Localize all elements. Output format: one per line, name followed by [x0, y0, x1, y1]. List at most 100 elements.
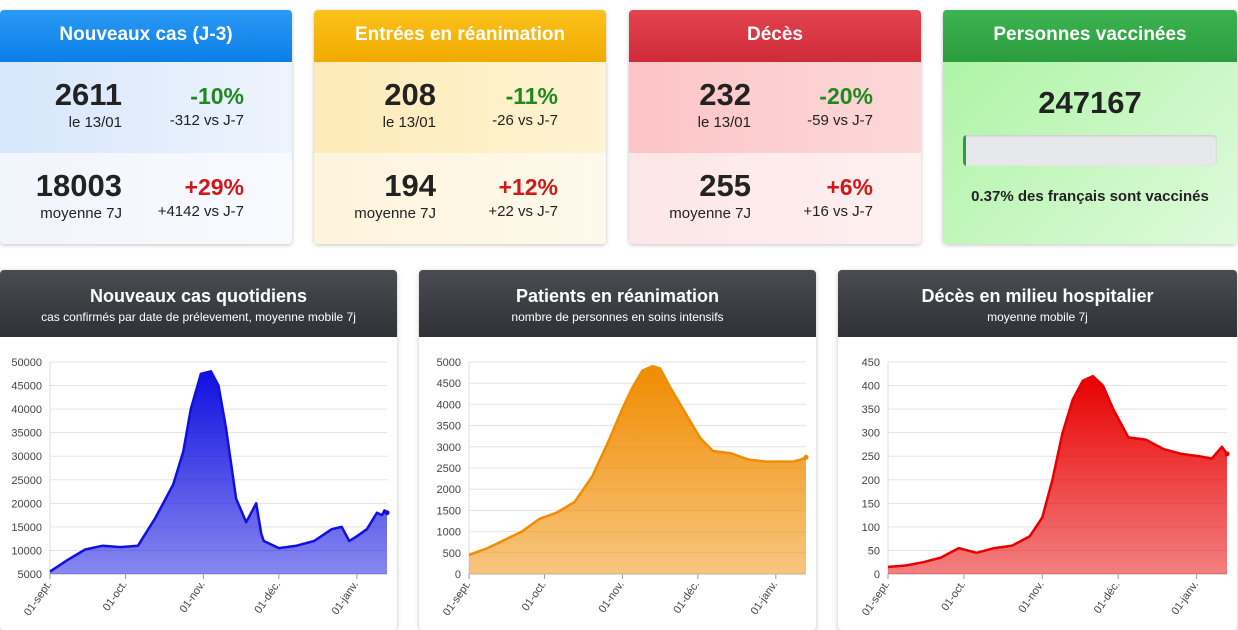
panel-title: Patients en réanimation [515, 286, 720, 306]
y-tick-label: 1500 [437, 505, 461, 517]
x-tick-label: 01-nov. [1016, 579, 1046, 615]
card-row-daily: 2611 le 13/01 -10% -312 vs J-7 [0, 62, 292, 153]
card-title: Personnes vaccinées [943, 10, 1237, 62]
avg-delta: +16 vs J-7 [803, 203, 873, 220]
progress-fill [963, 135, 966, 166]
avg-pct: +29% [184, 174, 244, 200]
card-title: Entrées en réanimation [314, 10, 606, 62]
x-tick-label: 01-nov. [177, 579, 207, 615]
y-tick-label: 50000 [11, 357, 42, 369]
x-tick-label: 01-janv. [1169, 579, 1201, 617]
chart-deaths: 0 50 100 150 200 250 300 350 400 450 01-sept. 01-oc… [860, 357, 1230, 618]
card-icu-admissions: Entrées en réanimation 208 le 13/01 -11% -… [314, 10, 606, 244]
daily-delta: -59 vs J-7 [807, 112, 873, 129]
series-end-point [803, 454, 809, 460]
card-row-avg: 255 moyenne 7J +6% +16 vs J-7 [629, 153, 921, 244]
avg-label: moyenne 7J [354, 205, 436, 222]
x-tick-label: 01-sept. [441, 579, 474, 618]
daily-pct: -10% [190, 83, 244, 109]
y-tick-label: 0 [455, 569, 461, 581]
avg-value: 194 [384, 168, 436, 203]
y-tick-label: 4500 [437, 378, 461, 390]
y-tick-label: 150 [862, 498, 880, 510]
series-end-point [1224, 451, 1230, 457]
daily-label: le 13/01 [382, 114, 436, 131]
y-tick-label: 2000 [437, 484, 461, 496]
daily-delta: -26 vs J-7 [492, 112, 558, 129]
x-tick-label: 01-déc. [671, 579, 702, 616]
y-tick-label: 5000 [18, 569, 42, 581]
y-tick-label: 20000 [11, 498, 42, 510]
card-row-avg: 194 moyenne 7J +12% +22 vs J-7 [314, 153, 606, 244]
panel-header: Nouveaux cas quotidiens cas confirmés pa… [0, 270, 397, 337]
y-tick-label: 10000 [11, 545, 42, 557]
daily-pct: -11% [505, 83, 558, 109]
vaccinated-value: 247167 [1038, 85, 1142, 120]
y-tick-label: 250 [862, 451, 880, 463]
x-tick-label: 01-sept. [22, 579, 55, 618]
y-tick-label: 4000 [437, 399, 461, 411]
panel-deaths: Décès en milieu hospitalier moyenne mobi… [838, 270, 1237, 630]
x-tick-label: 01-janv. [748, 579, 780, 617]
y-tick-label: 400 [862, 381, 880, 393]
panel-title: Décès en milieu hospitalier [921, 286, 1154, 306]
x-tick-label: 01-nov. [596, 579, 626, 615]
card-deaths: Décès 232 le 13/01 -20% -59 vs J-7 255 moye… [629, 10, 921, 244]
y-tick-label: 0 [874, 569, 880, 581]
panel-header: Décès en milieu hospitalier moyenne mobi… [838, 270, 1237, 337]
series-area [50, 371, 387, 574]
y-tick-label: 5000 [437, 357, 461, 369]
avg-label: moyenne 7J [40, 205, 122, 222]
series-area [888, 376, 1227, 574]
y-tick-label: 25000 [11, 475, 42, 487]
chart-new-cases: 5000 10000 15000 20000 25000 30000 35000 40000 4… [11, 357, 390, 618]
card-title: Nouveaux cas (J-3) [0, 10, 292, 62]
daily-delta: -312 vs J-7 [169, 112, 244, 129]
card-vaccinated: Personnes vaccinées 247167 0.37% des fra… [943, 10, 1237, 244]
y-tick-label: 35000 [11, 428, 42, 440]
x-tick-label: 01-oct. [939, 579, 968, 613]
x-tick-label: 01-déc. [1092, 579, 1123, 616]
y-tick-label: 500 [443, 548, 461, 560]
avg-delta: +4142 vs J-7 [157, 203, 244, 220]
y-tick-label: 3500 [437, 421, 461, 433]
panel-new-cases: Nouveaux cas quotidiens cas confirmés pa… [0, 270, 397, 630]
panel-subtitle: moyenne mobile 7j [987, 310, 1088, 324]
y-tick-label: 50 [868, 545, 880, 557]
vaccination-progress-bar [963, 135, 1217, 166]
y-tick-label: 40000 [11, 404, 42, 416]
x-tick-label: 01-déc. [252, 579, 283, 616]
daily-label: le 13/01 [68, 114, 122, 131]
x-tick-label: 01-oct. [101, 579, 130, 613]
vaccination-caption: 0.37% des français sont vaccinés [971, 188, 1209, 205]
y-tick-label: 200 [862, 475, 880, 487]
card-new-cases: Nouveaux cas (J-3) 2611 le 13/01 -10% -312… [0, 10, 292, 244]
y-tick-label: 300 [862, 428, 880, 440]
card-row-daily: 232 le 13/01 -20% -59 vs J-7 [629, 62, 921, 153]
avg-pct: +6% [826, 174, 873, 200]
y-tick-label: 1000 [437, 527, 461, 539]
avg-label: moyenne 7J [669, 205, 751, 222]
series-area [469, 366, 806, 574]
panel-header: Patients en réanimation nombre de person… [419, 270, 816, 337]
series-end-point [384, 510, 390, 516]
daily-value: 208 [384, 77, 436, 112]
daily-pct: -20% [819, 83, 873, 109]
y-tick-label: 2500 [437, 463, 461, 475]
card-row-avg: 18003 moyenne 7J +29% +4142 vs J-7 [0, 153, 292, 244]
x-tick-label: 01-sept. [860, 579, 893, 618]
panel-subtitle: nombre de personnes en soins intensifs [511, 310, 724, 324]
avg-value: 255 [699, 168, 751, 203]
y-tick-label: 3000 [437, 442, 461, 454]
daily-value: 2611 [54, 77, 122, 112]
avg-pct: +12% [498, 174, 558, 200]
panel-title: Nouveaux cas quotidiens [89, 286, 308, 306]
panel-subtitle: cas confirmés par date de prélevement, m… [41, 310, 356, 324]
y-tick-label: 45000 [11, 381, 42, 393]
daily-value: 232 [699, 77, 751, 112]
y-tick-label: 100 [862, 522, 880, 534]
y-tick-label: 450 [862, 357, 880, 369]
panel-icu: Patients en réanimation nombre de person… [419, 270, 816, 630]
avg-value: 18003 [35, 168, 122, 203]
card-row-daily: 208 le 13/01 -11% -26 vs J-7 [314, 62, 606, 153]
